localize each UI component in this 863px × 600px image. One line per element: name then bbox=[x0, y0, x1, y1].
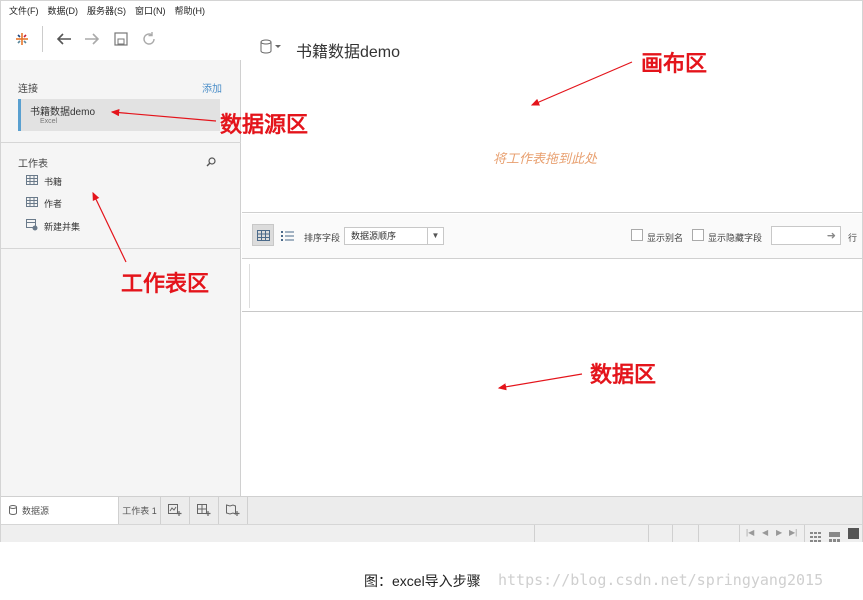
grid-view-icon[interactable] bbox=[252, 224, 274, 246]
datasource-title[interactable]: 书籍数据demo bbox=[296, 38, 400, 62]
rows-input[interactable]: ➜ bbox=[771, 226, 841, 245]
status-divider bbox=[739, 525, 740, 542]
tab-datasource-label: 数据源 bbox=[22, 506, 50, 516]
tile-view-icon[interactable] bbox=[810, 529, 821, 547]
show-alias-checkbox[interactable] bbox=[631, 229, 643, 241]
drop-hint: 将工作表拖到此处 bbox=[493, 151, 598, 166]
data-grid-header bbox=[242, 260, 862, 312]
new-story-icon[interactable] bbox=[219, 497, 248, 524]
datasource-area-annotation: 数据源区 bbox=[220, 112, 309, 137]
sidebar-divider bbox=[1, 248, 241, 249]
single-view-icon[interactable] bbox=[848, 528, 859, 539]
column-divider bbox=[249, 264, 250, 308]
show-alias-label: 显示别名 bbox=[647, 233, 684, 243]
rows-label: 行 bbox=[848, 233, 858, 243]
status-bar: |◀ ◀ ▶ ▶| bbox=[1, 524, 862, 542]
arrow-right-icon[interactable]: ➜ bbox=[827, 229, 836, 242]
table-icon bbox=[26, 197, 38, 209]
sheet-item-books[interactable]: 书籍 bbox=[26, 173, 62, 189]
sort-value: 数据源顺序 bbox=[351, 231, 397, 241]
menu-data[interactable]: 数据(D) bbox=[46, 4, 86, 17]
status-divider bbox=[534, 525, 535, 542]
tab-sheet-1-label: 工作表 1 bbox=[122, 506, 157, 516]
grid-toolbar: 排序字段 数据源顺序 ▼ 显示别名 显示隐藏字段 ➜ 行 bbox=[242, 214, 862, 259]
search-sheets-icon[interactable] bbox=[206, 154, 216, 172]
connection-type: Excel bbox=[40, 118, 58, 125]
back-arrow-icon[interactable] bbox=[53, 28, 75, 50]
menu-help[interactable]: 帮助(H) bbox=[173, 4, 213, 17]
table-icon bbox=[26, 175, 38, 187]
tab-bar: 数据源 工作表 1 bbox=[1, 496, 862, 524]
new-dashboard-icon[interactable] bbox=[190, 497, 219, 524]
sheet-area-annotation: 工作表区 bbox=[121, 271, 210, 296]
data-area-annotation: 数据区 bbox=[590, 362, 657, 387]
connections-label: 连接 bbox=[18, 84, 38, 95]
canvas-area-annotation: 画布区 bbox=[641, 51, 708, 76]
menu-server[interactable]: 服务器(S) bbox=[85, 4, 133, 17]
tab-datasource[interactable]: 数据源 bbox=[1, 497, 119, 524]
chevron-down-icon: ▼ bbox=[427, 228, 443, 244]
status-divider bbox=[672, 525, 673, 542]
tableau-logo-icon[interactable] bbox=[11, 28, 33, 50]
status-divider bbox=[804, 525, 805, 542]
next-page-icon[interactable]: ▶ bbox=[776, 528, 782, 537]
sidebar: 连接 添加 书籍数据demo Excel 工作表 书籍 作者 新建并集 bbox=[1, 20, 241, 496]
watermark: https://blog.csdn.net/springyang2015 bbox=[498, 571, 824, 589]
toolbar-divider bbox=[42, 26, 43, 52]
new-union-icon bbox=[26, 219, 38, 233]
show-hidden-fields-label: 显示隐藏字段 bbox=[708, 233, 763, 243]
database-icon bbox=[9, 504, 17, 517]
canvas-area[interactable]: 书籍数据demo 将工作表拖到此处 bbox=[242, 20, 862, 213]
connection-name: 书籍数据demo bbox=[30, 107, 96, 118]
sidebar-divider bbox=[1, 142, 241, 143]
menu-file[interactable]: 文件(F) bbox=[7, 4, 46, 17]
menubar: 文件(F) 数据(D) 服务器(S) 窗口(N) 帮助(H) bbox=[1, 1, 862, 20]
sheet-label: 新建并集 bbox=[44, 221, 81, 232]
sheet-item-authors[interactable]: 作者 bbox=[26, 195, 62, 211]
menu-window[interactable]: 窗口(N) bbox=[133, 4, 173, 17]
sort-dropdown[interactable]: 数据源顺序 ▼ bbox=[344, 227, 444, 245]
forward-arrow-icon[interactable] bbox=[81, 28, 103, 50]
first-page-icon[interactable]: |◀ bbox=[746, 528, 754, 537]
new-worksheet-icon[interactable] bbox=[161, 497, 190, 524]
prev-page-icon[interactable]: ◀ bbox=[762, 528, 768, 537]
sheet-item-new-union[interactable]: 新建并集 bbox=[26, 218, 80, 234]
tab-sheet-1[interactable]: 工作表 1 bbox=[119, 497, 161, 524]
data-grid[interactable] bbox=[242, 313, 862, 496]
show-hidden-fields-checkbox[interactable] bbox=[692, 229, 704, 241]
add-connection-link[interactable]: 添加 bbox=[202, 80, 222, 95]
status-divider bbox=[698, 525, 699, 542]
filmstrip-view-icon[interactable] bbox=[829, 529, 840, 547]
figure-caption: 图：excel导入步骤 bbox=[364, 573, 481, 589]
sheet-label: 作者 bbox=[44, 198, 63, 209]
sheets-label: 工作表 bbox=[18, 159, 48, 170]
sheet-label: 书籍 bbox=[44, 176, 63, 187]
database-icon[interactable] bbox=[260, 39, 282, 60]
last-page-icon[interactable]: ▶| bbox=[789, 528, 797, 537]
toolbar bbox=[1, 20, 241, 60]
list-view-icon[interactable] bbox=[276, 224, 298, 246]
connection-item[interactable]: 书籍数据demo Excel bbox=[18, 99, 220, 131]
sort-label: 排序字段 bbox=[304, 233, 341, 243]
status-divider bbox=[648, 525, 649, 542]
refresh-icon[interactable] bbox=[138, 28, 160, 50]
save-icon[interactable] bbox=[110, 28, 132, 50]
